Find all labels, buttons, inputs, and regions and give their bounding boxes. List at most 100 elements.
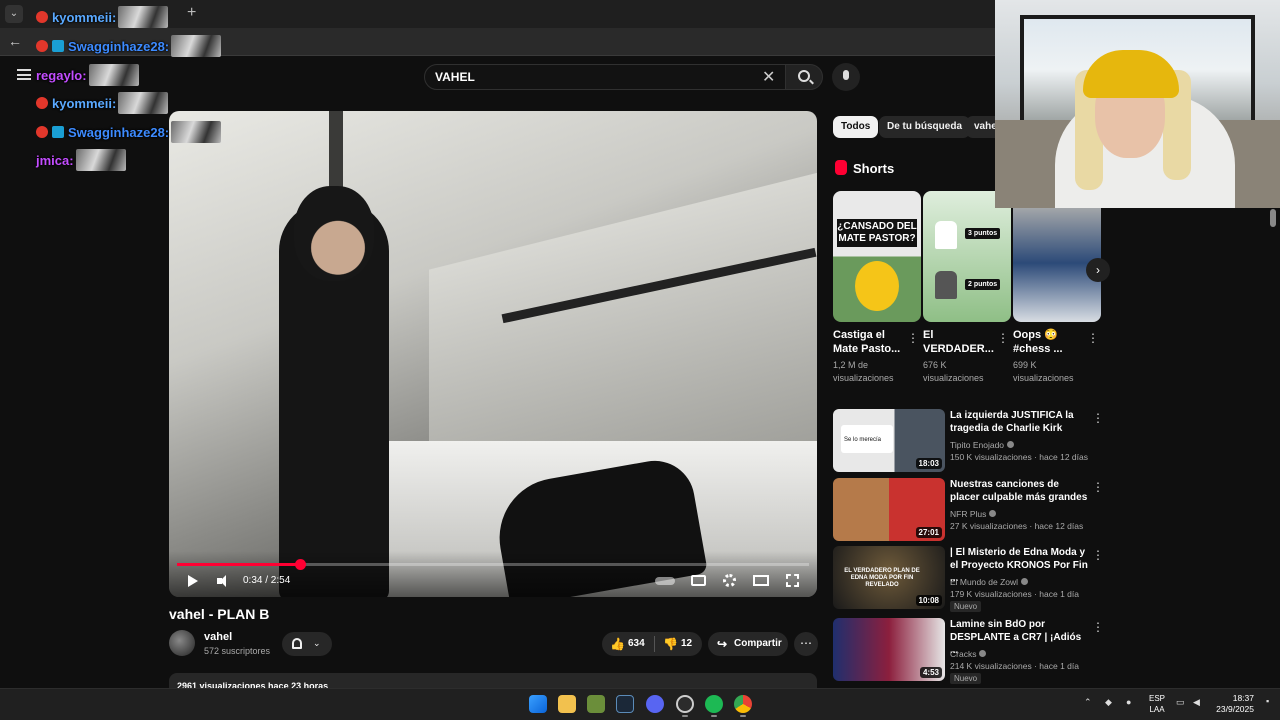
short-menu-icon[interactable]: ⋮ <box>907 331 919 345</box>
steam-icon[interactable] <box>616 695 634 713</box>
chess-piece-icon <box>935 271 957 299</box>
share-button[interactable]: ↪ Compartir <box>708 632 788 656</box>
tray-chevron-up-icon[interactable]: ⌃ <box>1084 697 1092 708</box>
video-meta: 179 K visualizaciones · hace 1 día <box>950 589 1079 599</box>
thumbnail-title-text: EL VERDADERO PLAN DE EDNA MODA POR FIN R… <box>844 568 920 588</box>
notifications-tray-icon[interactable]: ▪ <box>1266 696 1269 706</box>
tray-app-icon[interactable]: ◆ <box>1105 697 1112 708</box>
video-thumbnail: 4:53 <box>833 618 945 681</box>
video-meta: 214 K visualizaciones · hace 1 día <box>950 661 1079 671</box>
fullscreen-icon[interactable] <box>786 574 799 587</box>
settings-gear-icon[interactable] <box>723 574 736 587</box>
short-title: El VERDADER... <box>923 329 994 355</box>
spotify-icon[interactable] <box>705 695 723 713</box>
short-menu-icon[interactable]: ⋮ <box>997 331 1009 345</box>
clear-search-icon[interactable]: ✕ <box>762 67 775 87</box>
new-badge: Nuevo <box>950 673 982 684</box>
network-icon[interactable]: ▭ <box>1176 697 1185 708</box>
clock-date: 23/9/2025 <box>1216 704 1254 714</box>
back-arrow-icon[interactable]: ← <box>8 33 22 49</box>
chevron-right-icon[interactable]: › <box>1086 258 1110 282</box>
recommended-video[interactable]: 4:53 Lamine sin BdO por DESPLANTE a CR7 … <box>833 618 1104 684</box>
short-card[interactable]: 3 puntos 2 puntos El VERDADER... 676 K v… <box>923 191 1011 385</box>
voice-search-button[interactable] <box>832 63 860 91</box>
file-explorer-icon[interactable] <box>558 695 576 713</box>
recommended-video[interactable]: EL VERDADERO PLAN DE EDNA MODA POR FIN R… <box>833 546 1104 612</box>
tray-mic-icon[interactable]: ● <box>1126 697 1131 707</box>
volume-tray-icon[interactable]: ◀ <box>1193 697 1200 708</box>
chat-emote-icon <box>118 92 169 114</box>
chat-message: kyommeii: <box>36 6 169 28</box>
short-card[interactable]: ¿CANSADO DEL MATE PASTOR? Castiga el Mat… <box>833 191 921 385</box>
play-icon[interactable] <box>188 575 198 587</box>
subscriber-count: 572 suscriptores <box>204 646 271 656</box>
bell-icon <box>292 638 302 649</box>
chip-from-search[interactable]: De tu búsqueda <box>879 116 971 138</box>
video-menu-icon[interactable]: ⋮ <box>1092 480 1104 494</box>
notifications-button[interactable]: ⌄ <box>282 632 332 656</box>
channel-name[interactable]: vahel <box>204 631 232 643</box>
taskbar-active-indicator <box>711 715 717 717</box>
video-title: Nuestras canciones de placer culpable má… <box>950 479 1088 503</box>
chess-piece-icon <box>935 221 957 249</box>
like-dislike-group: 👍 634 👎 12 <box>602 632 702 656</box>
chrome-icon[interactable] <box>734 695 752 713</box>
time-display: 0:34 / 2:54 <box>243 575 291 586</box>
video-duration: 27:01 <box>915 527 942 538</box>
short-thumbnail: 3 puntos 2 puntos <box>923 191 1011 322</box>
chat-username: kyommeii: <box>52 96 117 111</box>
new-tab-plus-icon[interactable]: + <box>187 4 196 22</box>
recommended-video[interactable]: Se lo merecía 18:03 La izquierda JUSTIFI… <box>833 409 1104 473</box>
video-menu-icon[interactable]: ⋮ <box>1092 411 1104 425</box>
volume-icon[interactable] <box>217 575 231 587</box>
more-options-icon[interactable]: ⋯ <box>794 632 818 656</box>
subtitles-icon[interactable] <box>691 575 706 586</box>
discord-icon[interactable] <box>646 695 664 713</box>
autoplay-toggle[interactable] <box>655 577 675 585</box>
language-indicator[interactable]: ESP LAA <box>1147 693 1167 715</box>
windows-start-icon[interactable] <box>529 695 547 713</box>
short-card[interactable]: Oops 😳 #chess ... 699 K visualizaciones … <box>1013 191 1101 385</box>
verified-icon <box>979 650 987 657</box>
shorts-heading-label: Shorts <box>853 161 895 176</box>
chevron-down-icon: ⌄ <box>313 638 321 648</box>
system-clock[interactable]: 18:37 23/9/2025 <box>1212 693 1254 715</box>
channel-name: Cracks <box>950 649 987 659</box>
mic-icon <box>843 70 849 80</box>
chat-emote-icon <box>118 6 169 28</box>
chat-badge-icon <box>36 40 48 52</box>
obs-icon[interactable] <box>676 695 694 713</box>
chat-emote-icon <box>75 149 126 171</box>
channel-name-text: Tipito Enojado <box>950 440 1005 450</box>
theater-mode-icon[interactable] <box>753 575 769 586</box>
thumbnail-tweet-text: Se lo merecía <box>841 425 893 453</box>
menu-hamburger-icon[interactable] <box>17 69 31 80</box>
chat-badge-icon <box>52 40 64 52</box>
search-input[interactable]: VAHEL <box>424 64 786 90</box>
video-player[interactable]: 0:34 / 2:54 <box>169 111 817 597</box>
progress-bar[interactable] <box>177 559 809 570</box>
chat-message: regaylo: <box>36 64 139 86</box>
dislike-icon[interactable]: 👎 <box>663 637 678 651</box>
video-menu-icon[interactable]: ⋮ <box>1092 620 1104 634</box>
search-button[interactable] <box>785 64 823 90</box>
like-count[interactable]: 634 <box>628 638 645 649</box>
chat-message: kyommeii: <box>36 92 169 114</box>
verified-icon <box>1021 578 1029 585</box>
chip-vahel[interactable]: vahe <box>966 116 995 138</box>
dislike-count[interactable]: 12 <box>681 638 692 649</box>
recommended-video[interactable]: 27:01 Nuestras canciones de placer culpa… <box>833 478 1104 542</box>
taskbar-active-indicator <box>682 715 688 717</box>
short-menu-icon[interactable]: ⋮ <box>1087 331 1099 345</box>
chat-message: Swagginhaze28: <box>36 121 222 143</box>
page-scrollbar[interactable] <box>1270 209 1276 227</box>
tab-list-chevron-icon[interactable]: ⌄ <box>5 5 23 23</box>
channel-avatar[interactable] <box>169 630 195 656</box>
video-duration: 10:08 <box>915 595 942 606</box>
like-icon[interactable]: 👍 <box>610 637 625 651</box>
app-icon[interactable] <box>587 695 605 713</box>
chip-all[interactable]: Todos <box>833 116 879 138</box>
channel-name: El Mundo de Zowl <box>950 577 1029 587</box>
video-menu-icon[interactable]: ⋮ <box>1092 548 1104 562</box>
player-controls <box>169 551 817 597</box>
